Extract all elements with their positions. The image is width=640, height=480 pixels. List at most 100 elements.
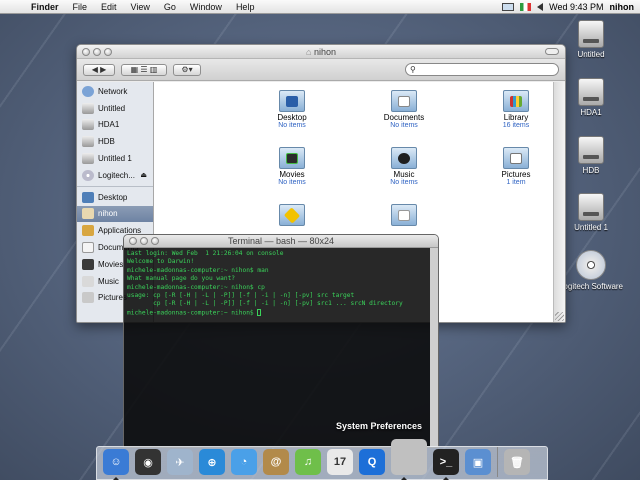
sidebar-item-logitech[interactable]: Logitech... ⏏ [77, 167, 153, 184]
folder-item-pictures[interactable]: Pictures 1 item [476, 147, 556, 186]
terminal-titlebar[interactable]: Terminal — bash — 80x24 [124, 235, 438, 248]
library-folder-icon [503, 90, 529, 112]
display-icon[interactable] [502, 2, 515, 11]
sidebar-item-network[interactable]: Network [77, 83, 153, 100]
dock-item-address-book[interactable]: @ [261, 447, 291, 477]
sidebar-item-desktop[interactable]: Desktop [77, 189, 153, 206]
volume-icon[interactable] [537, 2, 544, 11]
sidebar-item-nihon[interactable]: nihon [77, 205, 153, 223]
folder-item-library[interactable]: Library 16 items [476, 90, 556, 129]
folder-item-sites[interactable] [364, 204, 444, 227]
close-button[interactable] [82, 48, 90, 56]
resize-handle[interactable] [555, 312, 564, 321]
desktop-icon-untitled[interactable]: Untitled [557, 20, 625, 59]
folder-item-documents[interactable]: Documents No items [364, 90, 444, 129]
terminal-scrollbar[interactable] [430, 248, 438, 447]
vertical-scrollbar[interactable] [553, 82, 565, 322]
menu-window[interactable]: Window [183, 2, 229, 12]
dock-item-ical[interactable]: 17 [325, 447, 355, 477]
sidebar-item-label: Network [98, 86, 128, 96]
minimize-button[interactable] [93, 48, 101, 56]
forward-arrow-icon[interactable]: ▶ [100, 65, 106, 74]
sidebar-item-hda1[interactable]: HDA1 [77, 117, 153, 134]
folder-item-count: 16 items [502, 122, 530, 129]
dock: ☺ ◉ ✈ ⊕ ◔ @ ♫ 17 Q >_ ▣ 🗑 [96, 439, 548, 480]
terminal-line: michele-madonnas-computer:~ nihon$ cp [127, 283, 265, 291]
network-icon [82, 85, 94, 97]
menu-file[interactable]: File [66, 2, 95, 12]
quicktime-icon: Q [359, 449, 385, 475]
menu-finder[interactable]: Finder [24, 2, 66, 12]
dock-item-mail[interactable]: ✈ [165, 447, 195, 477]
toolbar-toggle-button[interactable] [545, 48, 559, 55]
desktop-icon-untitled-1[interactable]: Untitled 1 [557, 193, 625, 232]
close-button[interactable] [129, 237, 137, 245]
column-view-icon[interactable]: ▥ [150, 65, 158, 74]
view-mode-buttons[interactable]: ▦ ☰ ▥ [121, 63, 167, 76]
sidebar-item-label: HDA1 [98, 120, 120, 130]
sidebar-item-hdb[interactable]: HDB [77, 133, 153, 150]
back-forward-buttons[interactable]: ◀ ▶ [83, 63, 115, 76]
dock-item-preview[interactable]: ▣ [463, 447, 493, 477]
folder-name: Music [393, 170, 415, 179]
menu-edit[interactable]: Edit [94, 2, 124, 12]
disk-icon [82, 136, 94, 148]
menu-user[interactable]: nihon [610, 2, 635, 12]
dock-item-safari[interactable]: ⊕ [197, 447, 227, 477]
terminal-prompt: michele-madonnas-computer:~ nihon$ [127, 309, 258, 317]
icon-view-icon[interactable]: ▦ [131, 65, 139, 74]
dashboard-icon: ◉ [135, 449, 161, 475]
dock-item-terminal[interactable]: >_ [431, 447, 461, 480]
terminal-screen[interactable]: Last login: Wed Feb 1 21:26:04 on consol… [124, 248, 438, 447]
desktop-icon-hdb[interactable]: HDB [557, 136, 625, 175]
sites-folder-icon [391, 204, 417, 226]
hard-drive-icon [578, 136, 604, 164]
sidebar-item-label: Desktop [98, 192, 128, 202]
dock-item-dashboard[interactable]: ◉ [133, 447, 163, 477]
zoom-button[interactable] [104, 48, 112, 56]
sidebar-item-untitled-1[interactable]: Untitled 1 [77, 150, 153, 167]
gear-icon: ⚙▾ [181, 65, 193, 74]
desktop-icon-hda1[interactable]: HDA1 [557, 78, 625, 117]
music-folder-icon [391, 147, 417, 169]
dock-item-ichat[interactable]: ◔ [229, 447, 259, 477]
input-menu-flag-icon[interactable] [520, 2, 532, 11]
terminal-line: What manual page do you want? [127, 275, 236, 283]
menu-clock[interactable]: Wed 9:43 PM [549, 2, 603, 12]
folder-item-count: 1 item [506, 179, 526, 186]
hard-drive-icon [578, 78, 604, 106]
folder-item-public[interactable] [252, 204, 332, 227]
dock-item-trash[interactable]: 🗑 [502, 447, 532, 477]
dock-item-finder[interactable]: ☺ [101, 447, 131, 480]
dock-item-itunes[interactable]: ♫ [293, 447, 323, 477]
window-controls [129, 237, 159, 245]
dock-item-quicktime[interactable]: Q [357, 447, 387, 477]
dock-item-system-preferences[interactable] [389, 437, 429, 480]
desktop-icon-label: HDB [582, 166, 600, 175]
desktop-icon-label: Untitled [577, 50, 605, 59]
menu-help[interactable]: Help [229, 2, 262, 12]
folder-item-music[interactable]: Music No items [364, 147, 444, 186]
folder-item-desktop[interactable]: Desktop No items [252, 90, 332, 129]
menu-view[interactable]: View [124, 2, 157, 12]
finder-titlebar[interactable]: ⌂ nihon [77, 45, 565, 59]
applications-icon [82, 225, 94, 237]
back-arrow-icon[interactable]: ◀ [92, 65, 98, 74]
folder-item-count: No items [390, 179, 418, 186]
minimize-button[interactable] [140, 237, 148, 245]
eject-icon[interactable]: ⏏ [140, 171, 147, 179]
sidebar-item-untitled[interactable]: Untitled [77, 100, 153, 117]
menu-go[interactable]: Go [157, 2, 183, 12]
action-menu-button[interactable]: ⚙▾ [173, 63, 201, 76]
folder-name: Pictures [501, 170, 531, 179]
menu-bar: Finder File Edit View Go Window Help Wed… [0, 0, 640, 14]
folder-item-movies[interactable]: Movies No items [252, 147, 332, 186]
search-field[interactable]: ⚲ [405, 63, 559, 76]
terminal-line: michele-madonnas-computer:~ nihon$ man [127, 266, 269, 274]
hard-drive-icon [578, 193, 604, 221]
list-view-icon[interactable]: ☰ [140, 65, 147, 74]
zoom-button[interactable] [151, 237, 159, 245]
desktop-icon-label: Untitled 1 [574, 223, 608, 232]
sidebar-item-label: Logitech... [98, 170, 135, 180]
cd-icon [576, 250, 606, 280]
